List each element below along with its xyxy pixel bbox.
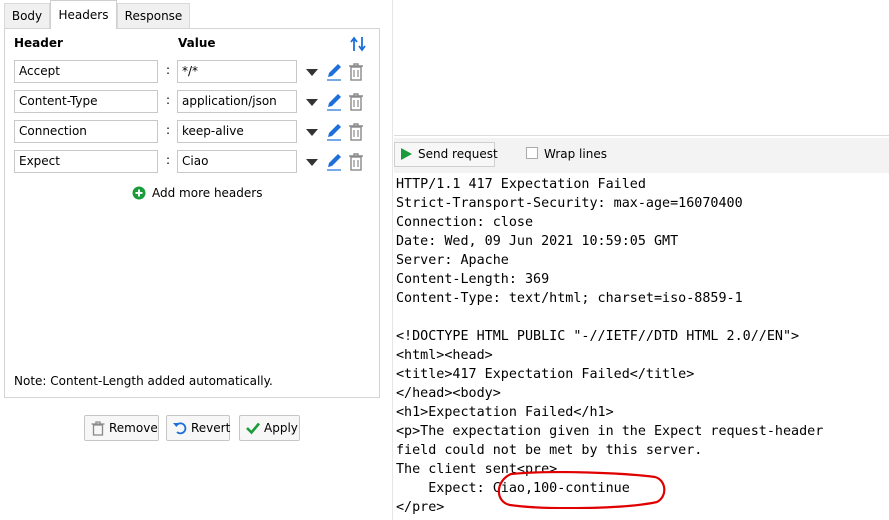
wrap-lines-label: Wrap lines [544,147,607,161]
response-line: Server: Apache [396,253,509,268]
headers-panel: Header Value Accept : */* Content-Type :… [4,28,380,398]
pencil-icon[interactable] [324,90,344,112]
response-line: Expect: Ciao,100-continue [396,481,630,496]
response-line: <title>417 Expectation Failed</title> [396,367,695,382]
send-request-label: Send request [418,147,498,161]
remove-button-label: Remove [109,421,158,435]
apply-button-label: Apply [264,421,298,435]
undo-icon [173,422,187,435]
request-toolbar: Send request Wrap lines [394,138,889,173]
revert-button-label: Revert [191,421,231,435]
tab-body[interactable]: Body [4,3,50,28]
trash-icon [91,421,105,436]
header-value-field[interactable]: Ciao [177,150,297,173]
tab-response[interactable]: Response [117,3,190,28]
header-row: Accept : */* [14,60,374,84]
header-row: Content-Type : application/json [14,90,374,114]
response-line: <h1>Expectation Failed</h1> [396,405,614,420]
separator-colon: : [166,93,171,107]
trash-icon[interactable] [347,61,365,82]
header-name-field[interactable]: Expect [14,150,158,173]
response-line [396,308,886,327]
response-line: <!DOCTYPE HTML PUBLIC "-//IETF//DTD HTML… [396,329,800,344]
header-value-field[interactable]: */* [177,60,297,83]
trash-icon[interactable] [347,121,365,142]
header-name-field[interactable]: Content-Type [14,90,158,113]
value-column-title: Value [178,36,216,50]
separator-colon: : [166,153,171,167]
tab-headers[interactable]: Headers [50,0,117,29]
send-request-button[interactable]: Send request [394,142,498,167]
sort-icon[interactable] [348,34,368,54]
pencil-icon[interactable] [324,120,344,142]
response-line: field could not be met by this server. [396,443,703,458]
header-row: Expect : Ciao [14,150,374,174]
separator-colon: : [166,123,171,137]
play-icon [401,148,412,160]
trash-icon[interactable] [347,91,365,112]
header-row: Connection : keep-alive [14,120,374,144]
response-line: Connection: close [396,215,534,230]
header-name-field[interactable]: Connection [14,120,158,143]
response-output[interactable]: HTTP/1.1 417 Expectation Failed Strict-Tr… [396,175,886,520]
add-more-headers-label: Add more headers [152,186,263,200]
response-line: Date: Wed, 09 Jun 2021 10:59:05 GMT [396,234,679,249]
separator-colon: : [166,63,171,77]
trash-icon[interactable] [347,151,365,172]
pencil-icon[interactable] [324,150,344,172]
response-line: Content-Type: text/html; charset=iso-885… [396,291,743,306]
pencil-icon[interactable] [324,60,344,82]
header-name-field[interactable]: Accept [14,60,158,83]
remove-button[interactable]: Remove [84,415,159,441]
panel-divider[interactable] [392,0,393,520]
plus-circle-icon [132,186,146,200]
tab-bar: Body Headers Response [4,0,384,29]
content-length-note: Note: Content-Length added automatically… [14,374,273,388]
response-line: <html><head> [396,348,493,363]
chevron-down-icon[interactable] [304,154,320,170]
chevron-down-icon[interactable] [304,124,320,140]
header-value-field[interactable]: keep-alive [177,120,297,143]
request-body-area[interactable] [394,0,889,136]
response-line: </head><body> [396,386,501,401]
response-line: The client sent<pre> [396,462,558,477]
checkbox-box[interactable] [526,147,538,159]
response-line: <p>The expectation given in the Expect r… [396,424,824,439]
chevron-down-icon[interactable] [304,64,320,80]
response-line: Strict-Transport-Security: max-age=16070… [396,196,743,211]
chevron-down-icon[interactable] [304,94,320,110]
response-line: Content-Length: 369 [396,272,550,287]
checkmark-icon [246,422,260,435]
response-line: HTTP/1.1 417 Expectation Failed [396,177,646,192]
response-line: </pre> [396,500,445,515]
apply-button[interactable]: Apply [239,415,300,441]
revert-button[interactable]: Revert [166,415,230,441]
header-column-title: Header [14,36,63,50]
header-value-field[interactable]: application/json [177,90,297,113]
